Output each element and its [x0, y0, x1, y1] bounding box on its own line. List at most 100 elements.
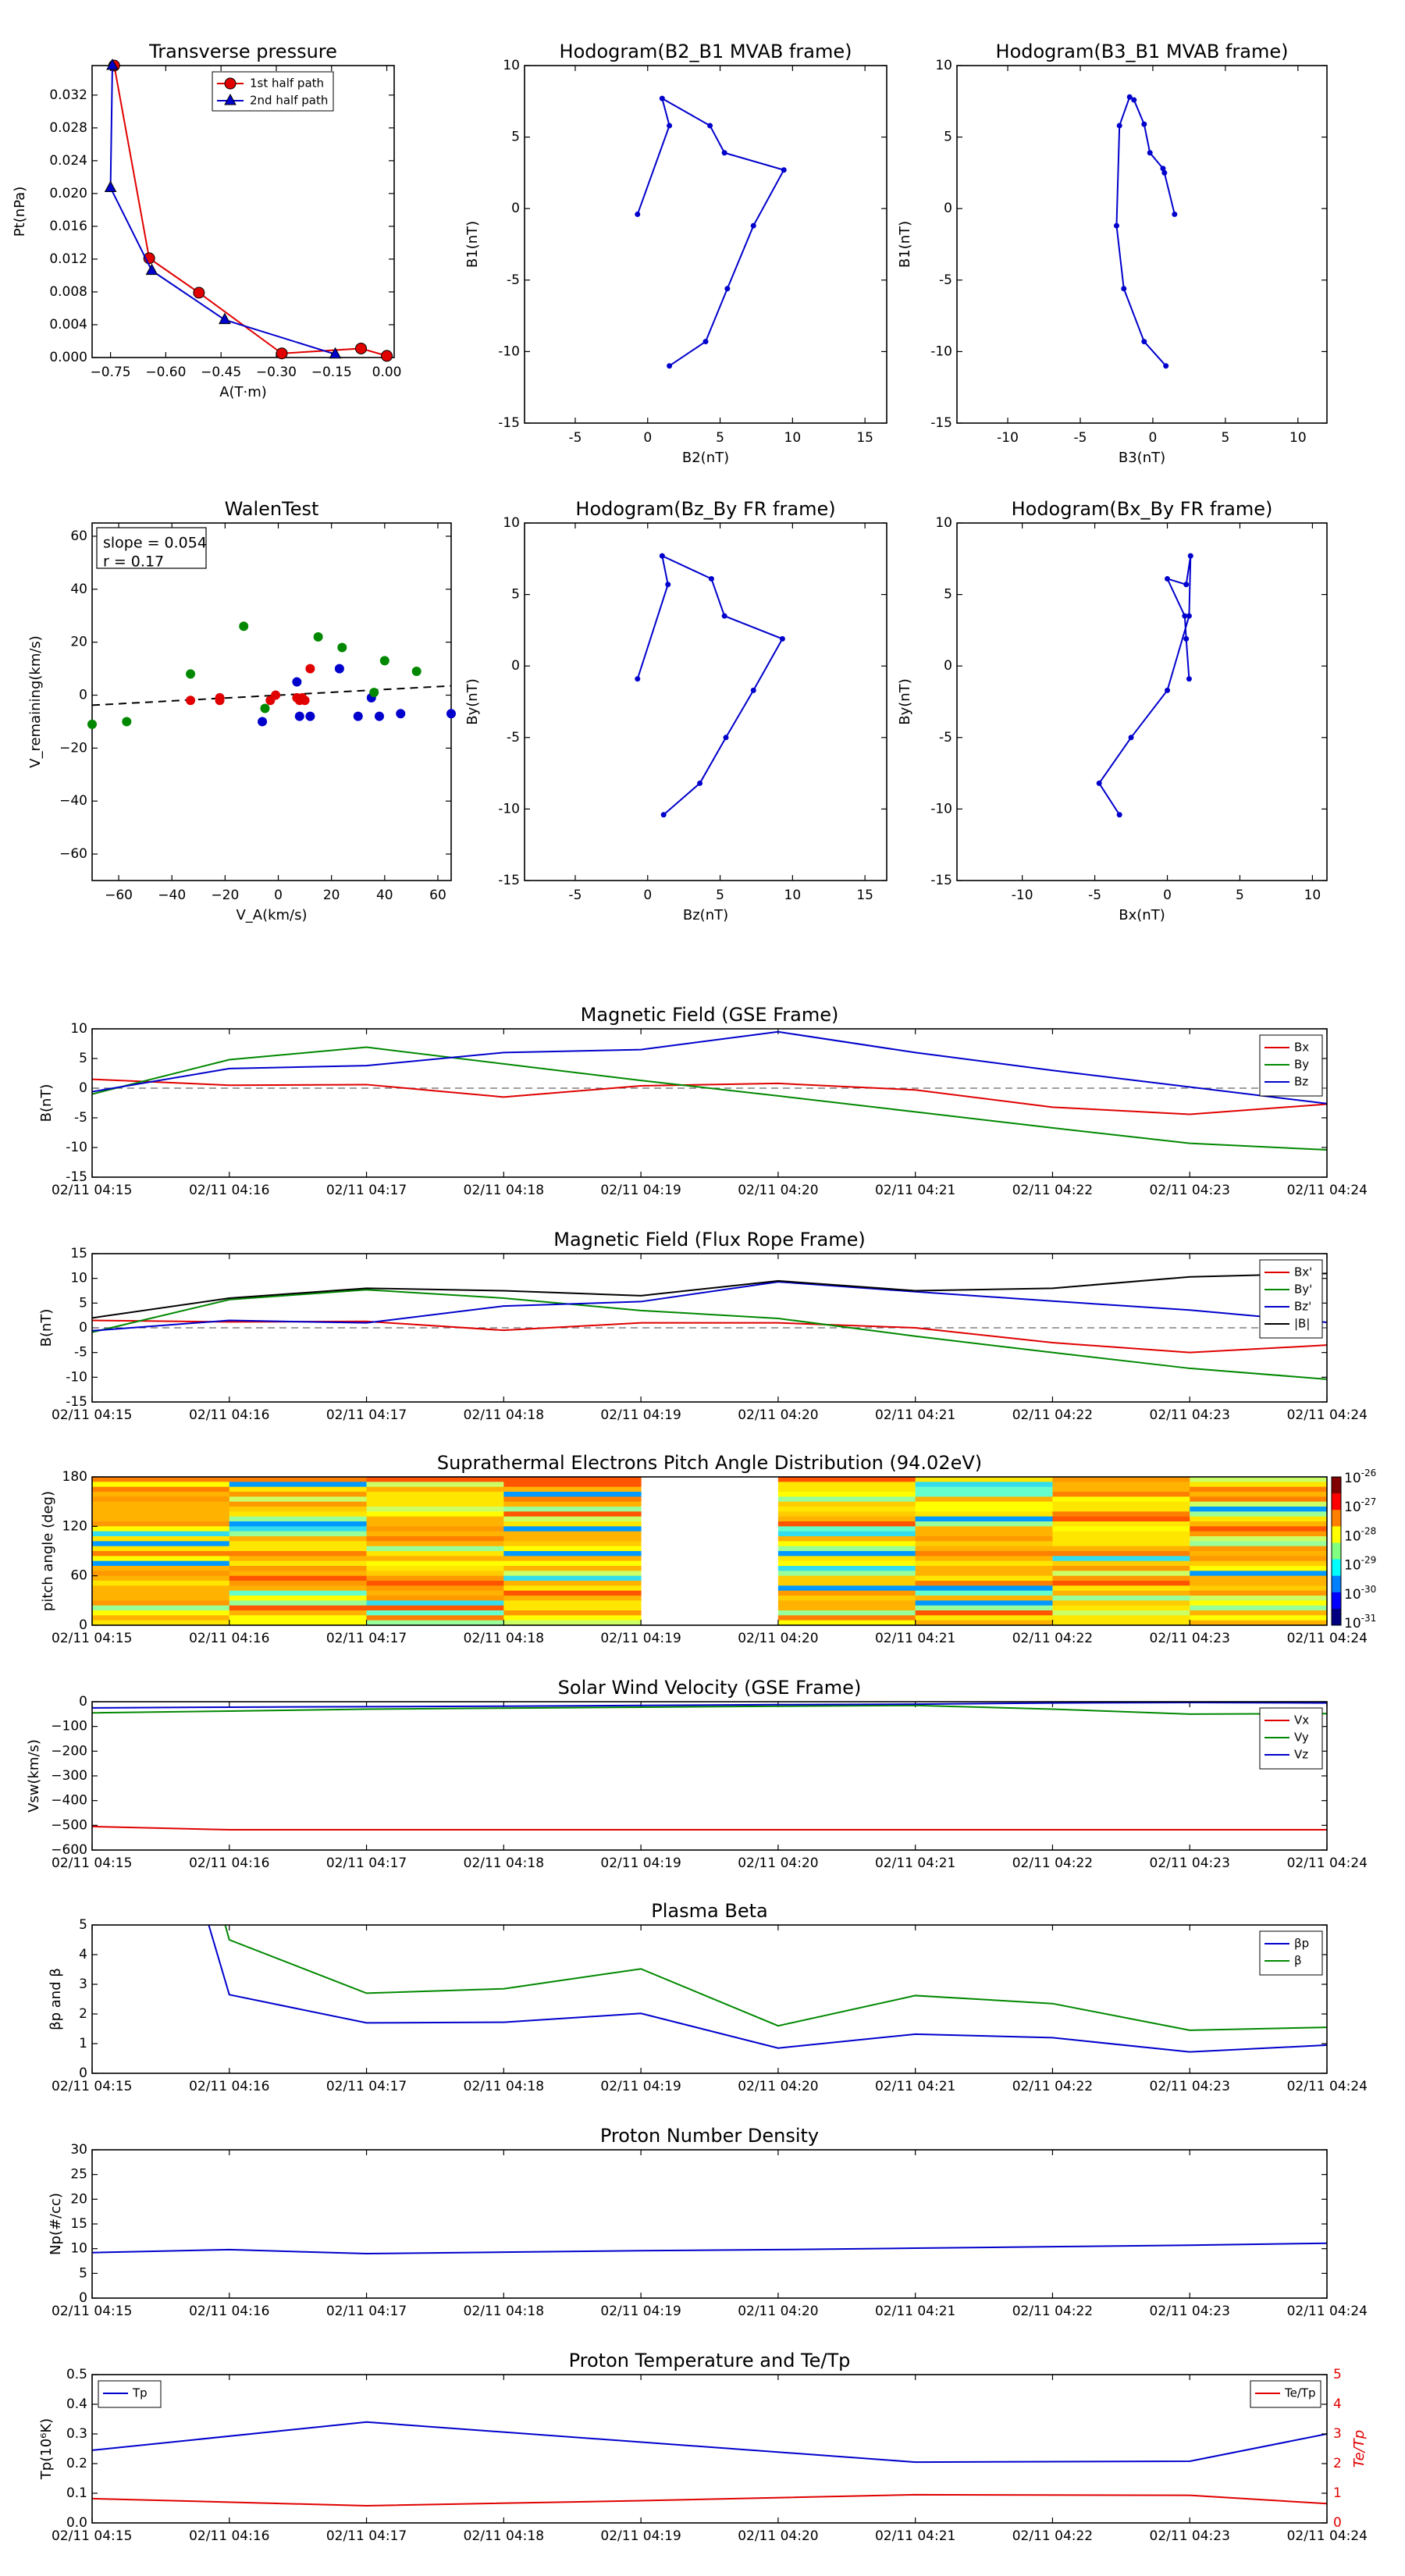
- x-tick-label: 02/11 04:22: [1012, 1631, 1093, 1646]
- y2-tick-label: 4: [1333, 2396, 1342, 2412]
- data-point: [87, 719, 97, 729]
- series-line-0: [92, 2421, 1327, 2464]
- series-line-0: [1115, 95, 1176, 367]
- legend-label: Bz: [1294, 1075, 1308, 1089]
- x-tick-label: 15: [856, 430, 873, 446]
- heatmap-cell: [366, 1526, 504, 1532]
- x-tick-label: 02/11 04:17: [326, 2528, 407, 2544]
- heatmap-cell: [777, 1566, 916, 1571]
- heatmap-cell: [1052, 1516, 1190, 1522]
- y-tick-label: 5: [944, 130, 952, 145]
- heatmap-cell: [366, 1531, 504, 1537]
- x-axis-label: A(T·m): [219, 384, 267, 400]
- annotation-text: r = 0.17: [103, 553, 164, 571]
- y-tick-label: -10: [498, 343, 520, 359]
- heatmap-cell: [915, 1581, 1053, 1586]
- y-tick-label: 0: [79, 2290, 87, 2306]
- y-tick-label: −600: [51, 1842, 87, 1858]
- heatmap-cell: [229, 1536, 368, 1542]
- y-tick-label: -10: [498, 801, 520, 817]
- x-tick-label: 0: [643, 888, 652, 903]
- heatmap-cell: [777, 1482, 916, 1488]
- data-point: [750, 222, 756, 229]
- data-point: [1186, 676, 1192, 682]
- x-tick-label: 02/11 04:17: [326, 1856, 407, 1871]
- x-tick-label: 02/11 04:18: [464, 1856, 544, 1871]
- heatmap-cell: [92, 1585, 230, 1592]
- heatmap-cell: [777, 1590, 916, 1596]
- heatmap-cell: [1190, 1615, 1328, 1621]
- y-tick-label: 0: [79, 1320, 87, 1336]
- y-axis-label: Vsw(km/s): [26, 1739, 42, 1813]
- x-tick-label: 02/11 04:21: [875, 2528, 955, 2544]
- heatmap-cell: [503, 1477, 642, 1482]
- chart-title: Plasma Beta: [651, 1900, 767, 1922]
- data-point: [667, 363, 673, 369]
- data-point: [193, 286, 205, 299]
- plot-frame: [91, 1924, 1328, 2074]
- heatmap-cell: [777, 1521, 916, 1527]
- data-point: [659, 553, 665, 559]
- y-tick-label: 0: [79, 688, 87, 703]
- colorbar-label: 10-27: [1344, 1496, 1376, 1516]
- heatmap-cell: [92, 1560, 230, 1567]
- legend-label: Vz: [1294, 1748, 1308, 1762]
- heatmap-cell: [366, 1610, 504, 1616]
- x-tick-label: -10: [1012, 888, 1033, 903]
- colorbar-label: 10-30: [1344, 1583, 1376, 1603]
- x-tick-label: 02/11 04:15: [52, 2304, 132, 2319]
- data-point: [721, 613, 727, 619]
- data-point: [294, 711, 304, 721]
- x-tick-label: −0.45: [201, 365, 241, 380]
- heatmap-cell: [1190, 1482, 1328, 1488]
- x-tick-label: 40: [376, 888, 393, 903]
- data-point: [1126, 94, 1133, 100]
- x-tick-label: 02/11 04:20: [738, 1631, 818, 1646]
- heatmap-cell: [229, 1581, 368, 1586]
- x-tick-label: 02/11 04:23: [1150, 2304, 1230, 2319]
- heatmap-cell: [1052, 1581, 1190, 1586]
- colorbar-exponent: -31: [1361, 1613, 1377, 1624]
- y-tick-label: 0.3: [66, 2426, 87, 2442]
- heatmap-cell: [503, 1482, 642, 1488]
- heatmap-cell: [503, 1521, 642, 1527]
- figure: −0.75 −0.60 −0.45 −0.30 −0.15 0.000.0000.0040…: [12, 41, 1377, 2544]
- data-point: [104, 180, 117, 193]
- y-tick-label: 10: [935, 515, 952, 531]
- y-tick-label: −40: [59, 793, 87, 809]
- heatmap-cell: [229, 1585, 368, 1592]
- y-tick-label: 40: [70, 582, 87, 597]
- data-point: [1113, 222, 1119, 229]
- chart-title: WalenTest: [225, 498, 319, 520]
- x-tick-label: −60: [105, 888, 133, 903]
- x-tick-label: 02/11 04:21: [875, 1631, 955, 1646]
- chart-title: Magnetic Field (Flux Rope Frame): [553, 1229, 865, 1251]
- x-tick-label: 02/11 04:16: [189, 1631, 269, 1646]
- legend-label: Bz': [1294, 1300, 1311, 1314]
- heatmap-cell: [1190, 1596, 1328, 1601]
- heatmap-cell: [366, 1492, 504, 1497]
- heatmap-cell: [777, 1496, 916, 1503]
- x-tick-label: 02/11 04:24: [1287, 1407, 1368, 1423]
- y-tick-label: 0.032: [49, 87, 87, 103]
- y-axis-label: Tp(10⁶K): [38, 2418, 55, 2480]
- heatmap-cell: [229, 1615, 368, 1621]
- heatmap-cell: [229, 1590, 368, 1596]
- heatmap-cell: [503, 1546, 642, 1552]
- legend-label: |B|: [1294, 1317, 1310, 1331]
- series-line-0: [92, 1078, 1327, 1115]
- data-point: [145, 263, 158, 276]
- y-tick-label: -5: [939, 272, 952, 288]
- heatmap-cell: [92, 1501, 230, 1507]
- x-tick-label: 02/11 04:21: [875, 1856, 955, 1871]
- y-axis-label: By(nT): [464, 678, 481, 724]
- heatmap-cell: [92, 1571, 230, 1577]
- heatmap-cell: [1190, 1581, 1328, 1586]
- heatmap-cell: [777, 1575, 916, 1582]
- legend-label: By': [1294, 1283, 1312, 1297]
- heatmap-cell: [92, 1496, 230, 1503]
- heatmap-cell: [915, 1511, 1053, 1517]
- data-point: [1116, 812, 1122, 818]
- heatmap-cell: [366, 1566, 504, 1571]
- data-point: [1128, 735, 1134, 741]
